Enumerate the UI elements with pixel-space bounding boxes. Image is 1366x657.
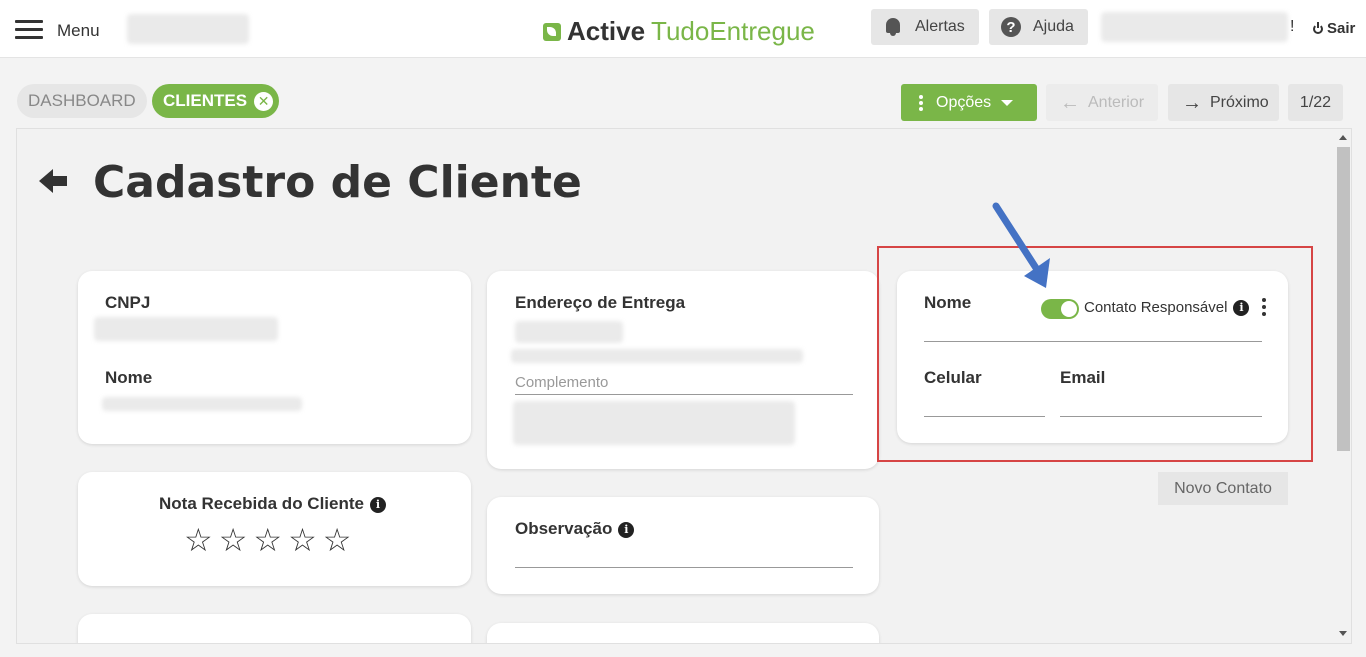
cnpj-label: CNPJ <box>105 293 151 312</box>
highlight-box <box>877 246 1313 462</box>
leaf-icon <box>543 22 561 41</box>
hamburger-icon[interactable] <box>15 20 43 40</box>
rating-title: Nota Recebida do Cliente i <box>159 494 386 514</box>
options-button[interactable]: Opções <box>901 84 1037 121</box>
star-icon[interactable]: ☆ <box>219 524 248 556</box>
client-name-label: Nome <box>105 368 153 387</box>
zip-field[interactable] <box>515 321 623 343</box>
arrow-right-icon: → <box>1182 91 1202 114</box>
back-arrow-icon[interactable] <box>39 167 71 195</box>
arrow-left-icon: ← <box>1060 91 1080 114</box>
top-bar: Menu Active TudoEntregue Alertas ? Ajuda… <box>0 0 1366 58</box>
driver-rating-card <box>78 614 471 643</box>
info-icon[interactable]: i <box>369 497 386 513</box>
star-rating[interactable]: ☆ ☆ ☆ ☆ ☆ <box>184 524 351 556</box>
observation-title: Observação i <box>515 519 635 539</box>
scroll-up-icon[interactable] <box>1339 135 1347 140</box>
page-title: Cadastro de Cliente <box>93 157 582 208</box>
observation-card: Observação i <box>487 497 879 594</box>
client-name-field[interactable] <box>102 397 302 411</box>
scroll-down-icon[interactable] <box>1339 631 1347 636</box>
city-field[interactable] <box>513 401 795 445</box>
new-contact-button[interactable]: Novo Contato <box>1158 472 1288 505</box>
user-exclamation: ! <box>1290 18 1295 35</box>
alerts-button[interactable]: Alertas <box>871 9 979 45</box>
logout-button[interactable]: Sair <box>1313 20 1355 37</box>
next-button[interactable]: → Próximo <box>1168 84 1279 121</box>
star-icon[interactable]: ☆ <box>184 524 213 556</box>
page-indicator: 1/22 <box>1288 84 1343 121</box>
caret-down-icon <box>1001 99 1014 106</box>
address-card: Endereço de Entrega Complemento <box>487 271 879 469</box>
breadcrumb-clients[interactable]: CLIENTES ✕ <box>152 84 280 118</box>
street-field[interactable] <box>511 349 803 363</box>
menu-label[interactable]: Menu <box>57 21 100 41</box>
company-selector[interactable] <box>127 14 249 44</box>
question-icon: ? <box>1001 17 1021 37</box>
main-panel: Cadastro de Cliente CNPJ Nome Nota Receb… <box>16 128 1352 644</box>
complement-underline <box>515 394 853 395</box>
star-icon[interactable]: ☆ <box>288 524 317 556</box>
annotation-arrow-icon <box>992 202 1050 288</box>
user-email <box>1101 12 1288 42</box>
power-icon <box>1313 21 1323 34</box>
cnpj-field[interactable] <box>94 317 278 341</box>
star-icon[interactable]: ☆ <box>253 524 282 556</box>
breadcrumb-dashboard[interactable]: DASHBOARD <box>17 84 147 118</box>
previous-button[interactable]: ← Anterior <box>1046 84 1158 121</box>
kebab-icon <box>919 94 923 111</box>
close-icon[interactable]: ✕ <box>254 91 274 111</box>
brand-logo: Active TudoEntregue <box>543 16 815 47</box>
info-icon[interactable]: i <box>618 522 635 538</box>
help-button[interactable]: ? Ajuda <box>989 9 1088 45</box>
scrollbar-thumb[interactable] <box>1337 147 1350 451</box>
observation-input[interactable] <box>515 567 853 568</box>
address-title: Endereço de Entrega <box>515 293 686 312</box>
complement-input[interactable]: Complemento <box>515 374 608 391</box>
client-card: CNPJ Nome <box>78 271 471 444</box>
star-icon[interactable]: ☆ <box>323 524 352 556</box>
bell-icon <box>883 17 903 37</box>
bottom-card <box>487 623 879 643</box>
rating-card: Nota Recebida do Cliente i ☆ ☆ ☆ ☆ ☆ <box>78 472 471 586</box>
